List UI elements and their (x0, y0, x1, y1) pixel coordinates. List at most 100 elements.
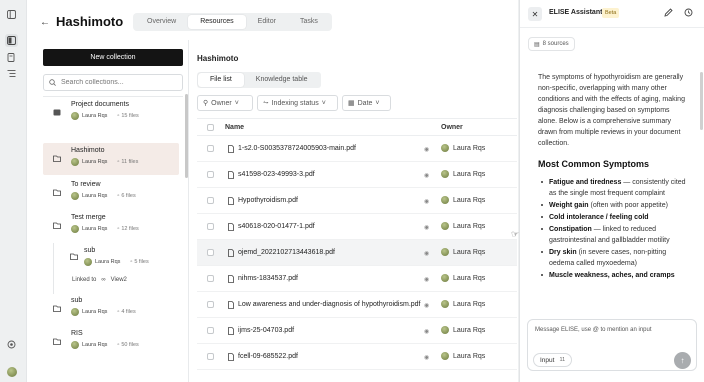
table-row[interactable]: s40618-020-01477-1.pdf ◉ Laura Rqs (197, 214, 517, 240)
tasks-icon[interactable] (5, 67, 18, 80)
row-checkbox[interactable] (207, 301, 214, 308)
row-checkbox[interactable] (207, 171, 214, 178)
tab-overview[interactable]: Overview (135, 15, 188, 29)
row-checkbox[interactable] (207, 353, 214, 360)
file-name[interactable]: Low awareness and under-diagnosis of hyp… (238, 301, 421, 308)
indexing-status-filter[interactable]: ⥊ Indexing status ˅ (257, 95, 338, 111)
date-filter[interactable]: ▦ Date ˅ (342, 95, 391, 111)
file-name[interactable]: s40618-020-01477-1.pdf (238, 223, 315, 230)
avatar (84, 258, 92, 266)
row-checkbox[interactable] (207, 223, 214, 230)
file-icon (228, 353, 234, 361)
column-owner[interactable]: Owner (441, 124, 463, 131)
file-icon (228, 171, 234, 179)
file-name[interactable]: ojemd_2022102713443618.pdf (238, 249, 335, 256)
tab-tasks[interactable]: Tasks (288, 15, 330, 29)
symptom-item: Cold intolerance / feeling cold (538, 212, 688, 223)
collection-search[interactable] (43, 74, 183, 91)
file-owner: Laura Rqs (441, 222, 485, 230)
file-name[interactable]: nihms-1834537.pdf (238, 275, 298, 282)
linked-view-link[interactable]: View2 (111, 277, 127, 283)
library-icon[interactable] (5, 51, 18, 64)
file-name[interactable]: fcell-09-685522.pdf (238, 353, 298, 360)
collection-owner: Laura Rqs (82, 193, 108, 199)
collection-item[interactable]: Test merge Laura Rqs ▫ 12 files (43, 210, 179, 242)
column-name[interactable]: Name (225, 124, 244, 131)
history-icon[interactable] (684, 8, 693, 17)
file-name[interactable]: ijms-25-04703.pdf (238, 327, 294, 334)
send-icon[interactable]: ↑ (674, 352, 691, 369)
collection-name: Test merge (71, 214, 106, 221)
collection-item[interactable]: sub Laura Rqs ▫ 4 files (43, 293, 179, 325)
collection-name: sub (84, 247, 96, 254)
collapse-icon[interactable] (5, 8, 18, 21)
file-name[interactable]: Hypothyroidism.pdf (238, 197, 298, 204)
collection-name: RIS (71, 330, 83, 337)
table-row[interactable]: ojemd_2022102713443618.pdf ◉ Laura Rqs (197, 240, 517, 266)
collection-file-count: 6 files (121, 193, 136, 199)
avatar (441, 196, 449, 204)
file-owner: Laura Rqs (441, 170, 485, 178)
user-avatar[interactable] (5, 365, 18, 378)
table-row[interactable]: Low awareness and under-diagnosis of hyp… (197, 292, 517, 318)
file-name[interactable]: s41598-023-49993-3.pdf (238, 171, 315, 178)
back-arrow-icon[interactable]: ← (40, 17, 50, 28)
avatar (441, 300, 449, 308)
collection-owner: Laura Rqs (82, 342, 108, 348)
row-checkbox[interactable] (207, 275, 214, 282)
input-selector[interactable]: Input 11 (533, 353, 573, 367)
search-input[interactable] (61, 79, 171, 86)
file-owner: Laura Rqs (441, 144, 485, 152)
symptom-list: Fatigue and tiredness — consistently cit… (538, 177, 688, 281)
edit-icon[interactable] (664, 8, 673, 17)
message-input[interactable]: Message ELISE, use @ to mention an input (535, 327, 652, 333)
file-icon: ▫ (117, 226, 120, 232)
collection-item[interactable]: Project documents Laura Rqs ▫ 15 files (43, 97, 179, 129)
avatar (71, 341, 79, 349)
owner-name: Laura Rqs (453, 248, 486, 256)
file-name[interactable]: 1-s2.0-S0035378724005903-main.pdf (238, 145, 356, 152)
table-row[interactable]: 1-s2.0-S0035378724005903-main.pdf ◉ Laura … (197, 136, 517, 162)
table-header: Name Owner (197, 118, 517, 136)
collection-owner: Laura Rqs (82, 309, 108, 315)
index-icon: ⥊ (263, 99, 269, 106)
tab-file-list[interactable]: File list (198, 73, 244, 87)
file-owner: Laura Rqs (441, 248, 485, 256)
tab-editor[interactable]: Editor (246, 15, 288, 29)
table-row[interactable]: s41598-023-49993-3.pdf ◉ Laura Rqs (197, 162, 517, 188)
row-checkbox[interactable] (207, 249, 214, 256)
row-checkbox[interactable] (207, 197, 214, 204)
owner-filter[interactable]: ⚲ Owner ˅ (197, 95, 253, 111)
close-icon[interactable]: ✕ (528, 7, 542, 21)
table-row[interactable]: fcell-09-685522.pdf ◉ Laura Rqs (197, 344, 517, 370)
owner-name: Laura Rqs (453, 170, 486, 178)
folder-icon (53, 338, 61, 345)
owner-name: Laura Rqs (453, 222, 486, 230)
globe-icon: ◉ (424, 173, 430, 179)
table-row[interactable]: ijms-25-04703.pdf ◉ Laura Rqs (197, 318, 517, 344)
message-heading: Most Common Symptoms (538, 159, 650, 169)
file-icon: ▫ (117, 193, 120, 199)
collection-item[interactable]: RIS Laura Rqs ▫ 50 files (43, 326, 179, 358)
tab-resources[interactable]: Resources (188, 15, 246, 29)
table-row[interactable]: Hypothyroidism.pdf ◉ Laura Rqs (197, 188, 517, 214)
collection-item[interactable]: To review Laura Rqs ▫ 6 files (43, 177, 179, 209)
sources-icon: ▤ (534, 41, 540, 48)
tab-knowledge-table[interactable]: Knowledge table (244, 73, 320, 87)
collection-item-nested[interactable]: sub Laura Rqs ▫ 5 files (62, 243, 178, 273)
folder-icon (53, 305, 61, 312)
app-rail (0, 0, 24, 382)
file-icon (228, 145, 234, 153)
table-row[interactable]: nihms-1834537.pdf ◉ Laura Rqs (197, 266, 517, 292)
new-collection-button[interactable]: New collection (43, 49, 183, 66)
resources-icon[interactable] (5, 34, 18, 47)
settings-icon[interactable] (5, 338, 18, 351)
assistant-title: ELISE Assistant (549, 9, 603, 16)
collection-item-active[interactable]: Hashimoto Laura Rqs ▫ 11 files (43, 143, 179, 175)
assistant-scrollbar[interactable] (700, 72, 703, 130)
row-checkbox[interactable] (207, 327, 214, 334)
row-checkbox[interactable] (207, 145, 214, 152)
message-composer[interactable]: Message ELISE, use @ to mention an input… (527, 319, 697, 371)
sources-button[interactable]: ▤ 8 sources (528, 37, 575, 51)
select-all-checkbox[interactable] (207, 124, 214, 131)
